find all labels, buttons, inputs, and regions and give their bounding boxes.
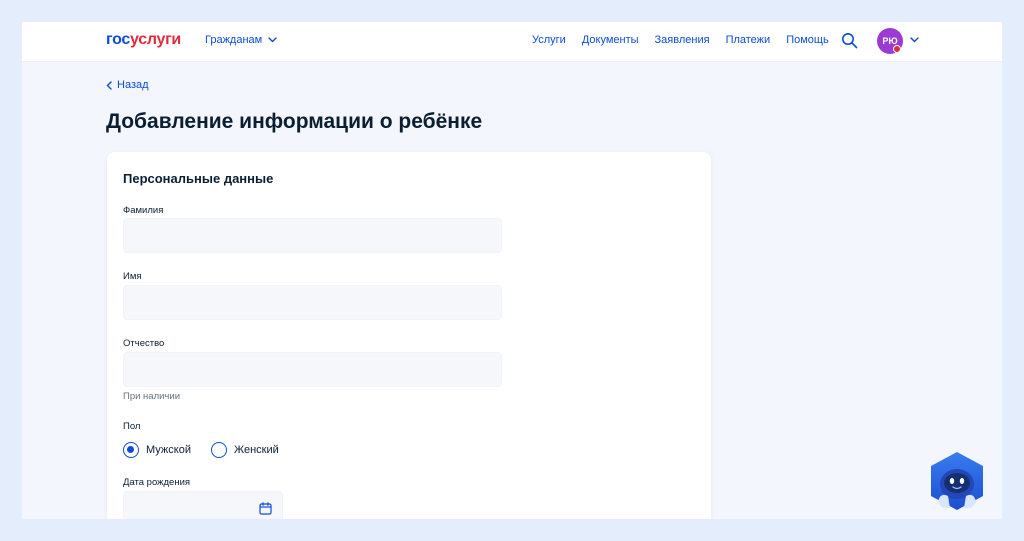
patronymic-hint: При наличии xyxy=(123,391,180,402)
surname-label: Фамилия xyxy=(123,205,164,216)
site-header: госуслуги Гражданам Услуги Документы Зая… xyxy=(22,22,1002,62)
birthdate-label: Дата рождения xyxy=(123,477,191,488)
gender-label: Пол xyxy=(123,421,141,432)
main-nav: Услуги Документы Заявления Платежи Помощ… xyxy=(532,34,829,46)
browser-viewport: госуслуги Гражданам Услуги Документы Зая… xyxy=(22,22,1002,519)
search-icon[interactable] xyxy=(841,32,858,49)
audience-label: Гражданам xyxy=(205,34,263,46)
patronymic-input[interactable] xyxy=(123,352,502,387)
gender-option-female[interactable]: Женский xyxy=(210,442,279,458)
personal-data-card: Персональные данные Фамилия Имя Отчество… xyxy=(107,152,711,519)
nav-item-applications[interactable]: Заявления xyxy=(655,34,710,46)
radio-male[interactable] xyxy=(123,442,139,458)
chevron-down-icon xyxy=(268,37,277,43)
back-label: Назад xyxy=(117,79,149,91)
back-link[interactable]: Назад xyxy=(106,79,149,91)
gosuslugi-logo[interactable]: госуслуги xyxy=(106,31,181,49)
nav-item-payments[interactable]: Платежи xyxy=(726,34,771,46)
gender-radio-group: Мужской Женский xyxy=(123,442,279,458)
nav-item-services[interactable]: Услуги xyxy=(532,34,566,46)
gender-option-male[interactable]: Мужской xyxy=(123,442,191,458)
name-label: Имя xyxy=(123,271,142,282)
chevron-down-icon[interactable] xyxy=(910,37,919,43)
audience-selector[interactable]: Гражданам xyxy=(205,34,277,46)
nav-item-documents[interactable]: Документы xyxy=(582,34,639,46)
page-title: Добавление информации о ребёнке xyxy=(106,110,483,133)
nav-item-help[interactable]: Помощь xyxy=(786,34,829,46)
patronymic-label: Отчество xyxy=(123,338,165,349)
robot-assistant-icon[interactable] xyxy=(928,450,986,514)
logo-part-gos: гос xyxy=(106,31,131,48)
surname-input[interactable] xyxy=(123,218,502,253)
section-title: Персональные данные xyxy=(123,171,274,186)
gender-option-female-label: Женский xyxy=(233,444,279,456)
radio-female[interactable] xyxy=(210,442,227,458)
name-input[interactable] xyxy=(123,285,502,320)
calendar-icon[interactable] xyxy=(259,502,272,515)
notification-dot xyxy=(893,45,901,53)
gender-option-male-label: Мужской xyxy=(146,444,191,456)
logo-part-uslugi: услуги xyxy=(130,31,181,48)
chevron-left-icon xyxy=(106,80,112,90)
birthdate-input[interactable] xyxy=(123,491,283,519)
